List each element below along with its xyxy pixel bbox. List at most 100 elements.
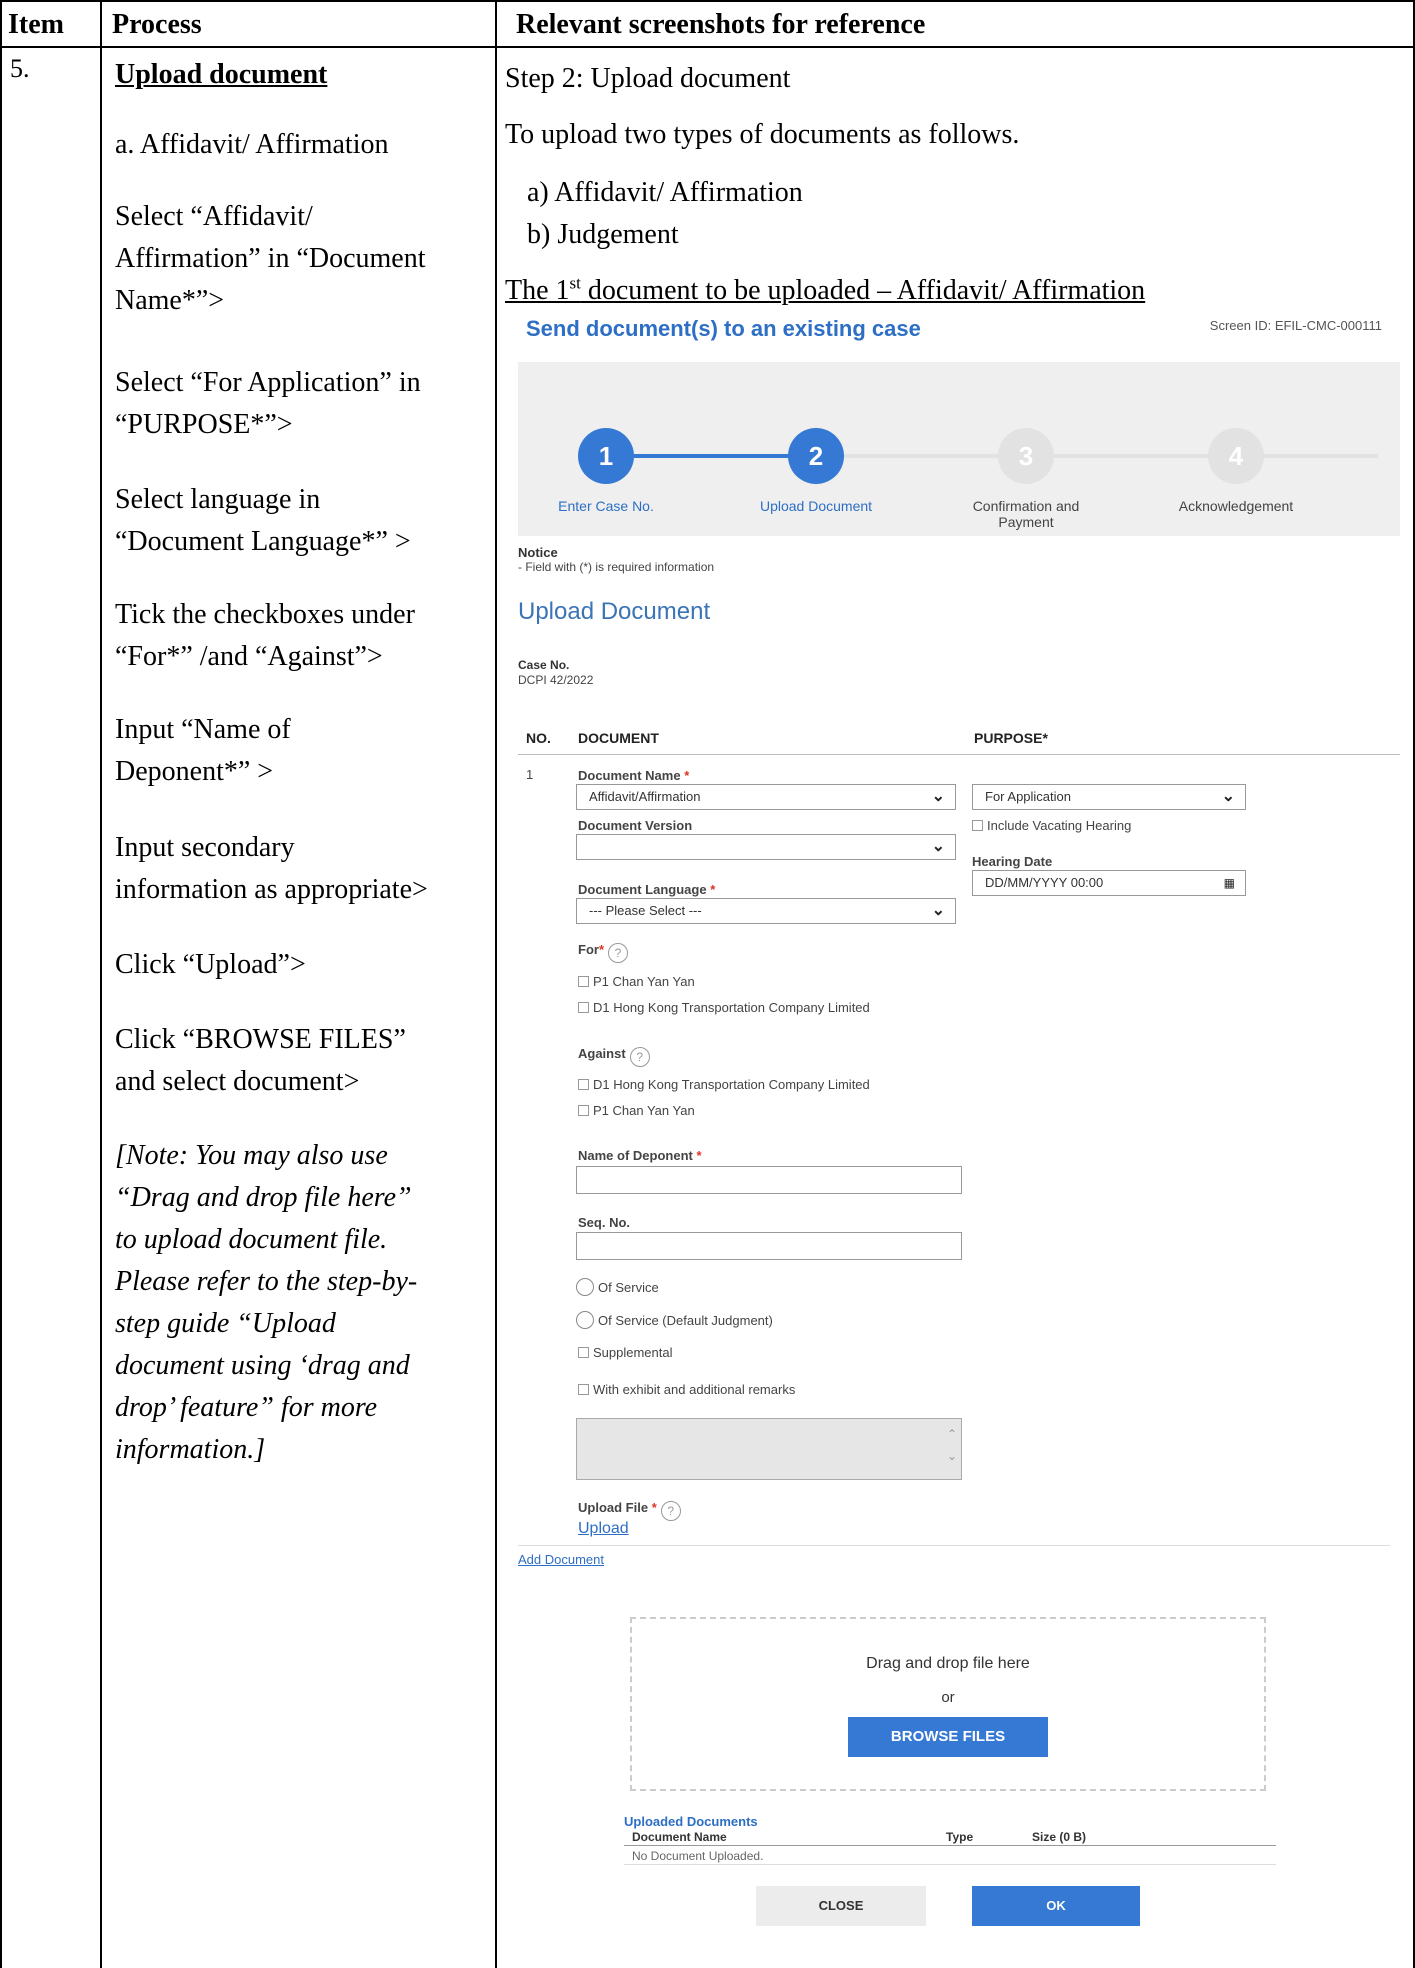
checkbox-icon bbox=[578, 1002, 589, 1013]
help-icon[interactable]: ? bbox=[608, 943, 629, 963]
required-marker: * bbox=[651, 1500, 657, 1515]
for-label: For*? bbox=[578, 942, 629, 963]
upload-document-screenshot: Send document(s) to an existing case Scr… bbox=[512, 312, 1402, 1962]
process-step-line: Click “BROWSE FILES” bbox=[115, 1024, 406, 1055]
purpose-select[interactable]: For Application ⌄ bbox=[972, 784, 1246, 810]
drop-zone[interactable]: Drag and drop file here or BROWSE FILES bbox=[630, 1617, 1266, 1791]
close-button[interactable]: CLOSE bbox=[756, 1886, 926, 1926]
checkbox-icon bbox=[578, 1347, 589, 1358]
with-exhibit-label: With exhibit and additional remarks bbox=[593, 1382, 796, 1397]
document-version-select[interactable]: ⌄ bbox=[576, 834, 956, 860]
help-icon[interactable]: ? bbox=[629, 1047, 650, 1067]
row-divider bbox=[518, 1545, 1390, 1546]
against-label: Against? bbox=[578, 1046, 650, 1067]
notice-text: - Field with (*) is required information bbox=[518, 560, 715, 574]
browse-files-button[interactable]: BROWSE FILES bbox=[848, 1717, 1048, 1757]
remarks-textarea[interactable]: ⌃ ⌄ bbox=[576, 1418, 962, 1480]
radio-icon bbox=[576, 1311, 594, 1329]
include-vacating-checkbox[interactable]: Include Vacating Hearing bbox=[972, 818, 1131, 833]
chevron-down-icon: ⌄ bbox=[1221, 788, 1235, 805]
process-step-2: Select “For Application” in “PURPOSE*”> bbox=[115, 362, 485, 446]
table-header-divider bbox=[0, 46, 1415, 48]
chevron-down-icon: ⌄ bbox=[931, 788, 945, 805]
ok-button[interactable]: OK bbox=[972, 1886, 1140, 1926]
chevron-down-icon: ⌄ bbox=[931, 838, 945, 855]
process-step-8: Click “BROWSE FILES” and select document… bbox=[115, 1019, 485, 1103]
process-step-line: “PURPOSE*”> bbox=[115, 409, 293, 440]
seq-no-input[interactable] bbox=[576, 1232, 962, 1260]
process-step-line: Affirmation” in “Document bbox=[115, 243, 426, 274]
note-line: “Drag and drop file here” bbox=[115, 1182, 412, 1213]
of-service-radio[interactable]: Of Service bbox=[576, 1278, 659, 1296]
checkbox-icon bbox=[578, 1105, 589, 1116]
seq-no-label: Seq. No. bbox=[578, 1215, 631, 1230]
document-version-label: Document Version bbox=[578, 818, 693, 833]
section-title: Upload Document bbox=[518, 598, 711, 625]
process-title: Upload document bbox=[115, 59, 328, 90]
note-line: document using ‘drag and bbox=[115, 1350, 410, 1381]
no-document-text: No Document Uploaded. bbox=[632, 1849, 764, 1863]
hearing-date-input[interactable]: DD/MM/YYYY 00:00 ▦ bbox=[972, 870, 1246, 896]
uploaded-col-name: Document Name bbox=[632, 1830, 727, 1844]
supplemental-checkbox[interactable]: Supplemental bbox=[578, 1345, 673, 1360]
process-step-5: Input “Name of Deponent*” > bbox=[115, 709, 485, 793]
col-header-rule bbox=[518, 754, 1400, 755]
case-no-value: DCPI 42/2022 bbox=[518, 673, 594, 687]
with-exhibit-checkbox[interactable]: With exhibit and additional remarks bbox=[578, 1382, 795, 1397]
calendar-icon: ▦ bbox=[1223, 876, 1235, 890]
scroll-down-icon[interactable]: ⌄ bbox=[947, 1449, 957, 1463]
process-step-4: Tick the checkboxes under “For*” /and “A… bbox=[115, 594, 485, 678]
upload-file-label: Upload File *? bbox=[578, 1500, 681, 1521]
process-step-6: Input secondary information as appropria… bbox=[115, 827, 485, 911]
for-option-1[interactable]: P1 Chan Yan Yan bbox=[578, 974, 695, 989]
required-marker: * bbox=[598, 942, 605, 957]
step-2-circle: 2 bbox=[788, 428, 844, 484]
notice-title: Notice bbox=[518, 545, 558, 560]
upload-link[interactable]: Upload bbox=[578, 1520, 629, 1538]
step-4-label: Acknowledgement bbox=[1178, 498, 1294, 514]
case-no-label: Case No. bbox=[518, 658, 570, 672]
reference-list-item-a: a) Affidavit/ Affirmation bbox=[527, 177, 803, 208]
uploaded-col-size: Size (0 B) bbox=[1032, 1830, 1087, 1844]
process-step-line: and select document> bbox=[115, 1066, 360, 1097]
checkbox-icon bbox=[578, 1384, 589, 1395]
of-service-label: Of Service bbox=[598, 1280, 659, 1295]
reference-list-item-b: b) Judgement bbox=[527, 219, 679, 250]
hearing-date-placeholder: DD/MM/YYYY 00:00 bbox=[985, 875, 1104, 890]
header-screenshots: Relevant screenshots for reference bbox=[516, 9, 926, 40]
table-col-divider-1 bbox=[100, 0, 102, 1968]
note-line: step guide “Upload bbox=[115, 1308, 336, 1339]
deponent-input[interactable] bbox=[576, 1166, 962, 1194]
process-step-line: “For*” /and “Against”> bbox=[115, 641, 383, 672]
document-name-select[interactable]: Affidavit/Affirmation ⌄ bbox=[576, 784, 956, 810]
help-icon[interactable]: ? bbox=[660, 1501, 681, 1521]
against-option-label: D1 Hong Kong Transportation Company Limi… bbox=[593, 1077, 870, 1092]
checkbox-icon bbox=[578, 1079, 589, 1090]
row-number: 1 bbox=[526, 767, 534, 782]
header-item: Item bbox=[8, 9, 64, 40]
radio-icon bbox=[576, 1278, 594, 1296]
uploaded-documents-title: Uploaded Documents bbox=[624, 1814, 758, 1829]
first-doc-superscript: st bbox=[569, 273, 581, 293]
of-service-default-radio[interactable]: Of Service (Default Judgment) bbox=[576, 1311, 773, 1329]
scroll-up-icon[interactable]: ⌃ bbox=[947, 1427, 957, 1441]
reference-step: Step 2: Upload document bbox=[505, 63, 791, 94]
against-option-1[interactable]: D1 Hong Kong Transportation Company Limi… bbox=[578, 1077, 870, 1092]
step-4-circle: 4 bbox=[1208, 428, 1264, 484]
first-doc-suffix: document to be uploaded – Affidavit/ Aff… bbox=[580, 275, 1146, 306]
for-option-2[interactable]: D1 Hong Kong Transportation Company Limi… bbox=[578, 1000, 870, 1015]
for-option-label: D1 Hong Kong Transportation Company Limi… bbox=[593, 1000, 870, 1015]
stepper-line-pending bbox=[843, 454, 1378, 458]
process-step-line: information as appropriate> bbox=[115, 874, 428, 905]
table-border-left bbox=[0, 0, 2, 1968]
document-language-select[interactable]: --- Please Select --- ⌄ bbox=[576, 898, 956, 924]
against-option-2[interactable]: P1 Chan Yan Yan bbox=[578, 1103, 695, 1118]
deponent-label: Name of Deponent * bbox=[578, 1148, 702, 1163]
header-process: Process bbox=[112, 9, 202, 40]
process-step-line: Name*”> bbox=[115, 285, 225, 316]
against-option-label: P1 Chan Yan Yan bbox=[593, 1103, 695, 1118]
note-line: drop’ feature” for more bbox=[115, 1392, 378, 1423]
add-document-link[interactable]: Add Document bbox=[518, 1552, 604, 1567]
document-language-label: Document Language * bbox=[578, 882, 715, 897]
progress-stepper: 1 2 3 4 Enter Case No. Upload Document C… bbox=[518, 362, 1400, 536]
